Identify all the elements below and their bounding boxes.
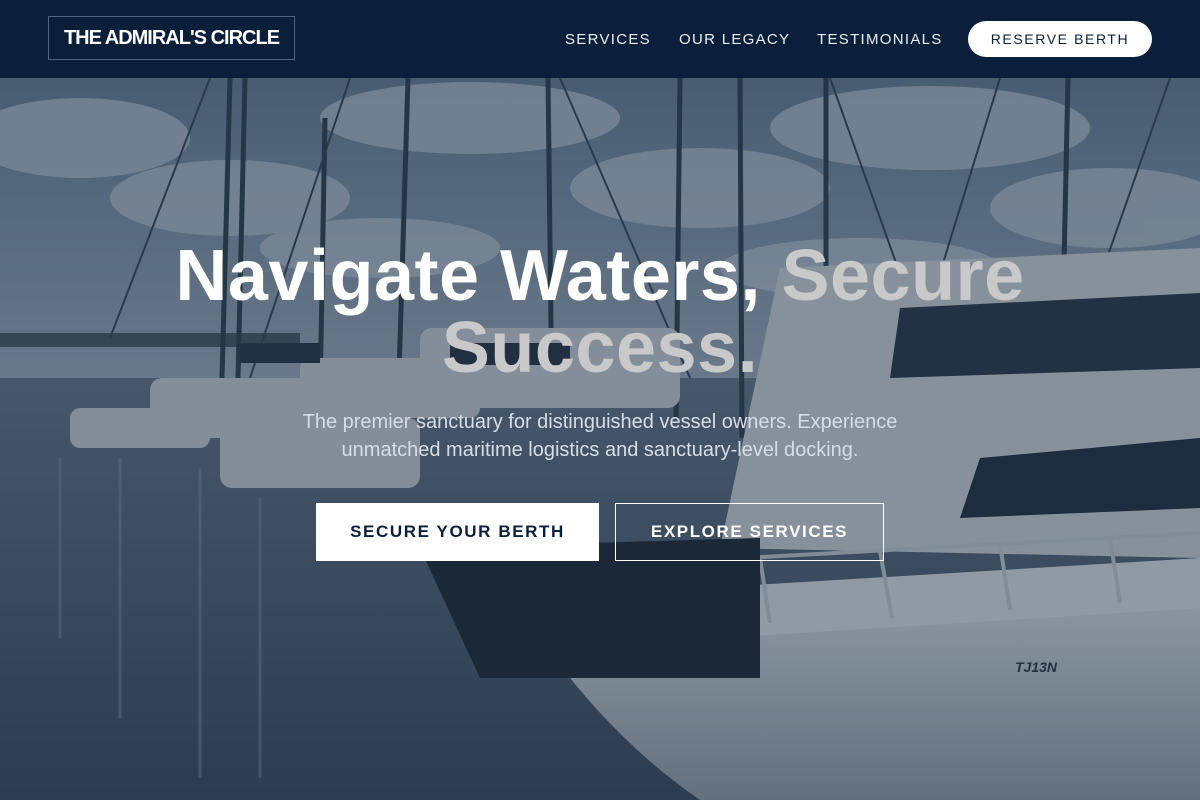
- hero-headline: Navigate Waters, Secure Success.: [0, 240, 1200, 384]
- hero-subtitle: The premier sanctuary for distinguished …: [302, 411, 898, 461]
- headline-accent1: Secure: [781, 236, 1025, 316]
- headline-accent2: Success.: [441, 308, 759, 388]
- nav-link-our-legacy[interactable]: OUR LEGACY: [679, 31, 790, 48]
- nav-link-testimonials[interactable]: TESTIMONIALS: [817, 31, 943, 48]
- secure-your-berth-button[interactable]: SECURE YOUR BERTH: [316, 503, 599, 561]
- reserve-berth-button[interactable]: RESERVE BERTH: [968, 21, 1152, 57]
- site-header: THE ADMIRAL'S CIRCLE SERVICES OUR LEGACY…: [0, 0, 1200, 78]
- brand-logo[interactable]: THE ADMIRAL'S CIRCLE: [48, 16, 295, 60]
- nav-link-services[interactable]: SERVICES: [565, 31, 651, 48]
- headline-part1: Navigate Waters,: [175, 236, 761, 316]
- explore-services-button[interactable]: EXPLORE SERVICES: [615, 503, 884, 561]
